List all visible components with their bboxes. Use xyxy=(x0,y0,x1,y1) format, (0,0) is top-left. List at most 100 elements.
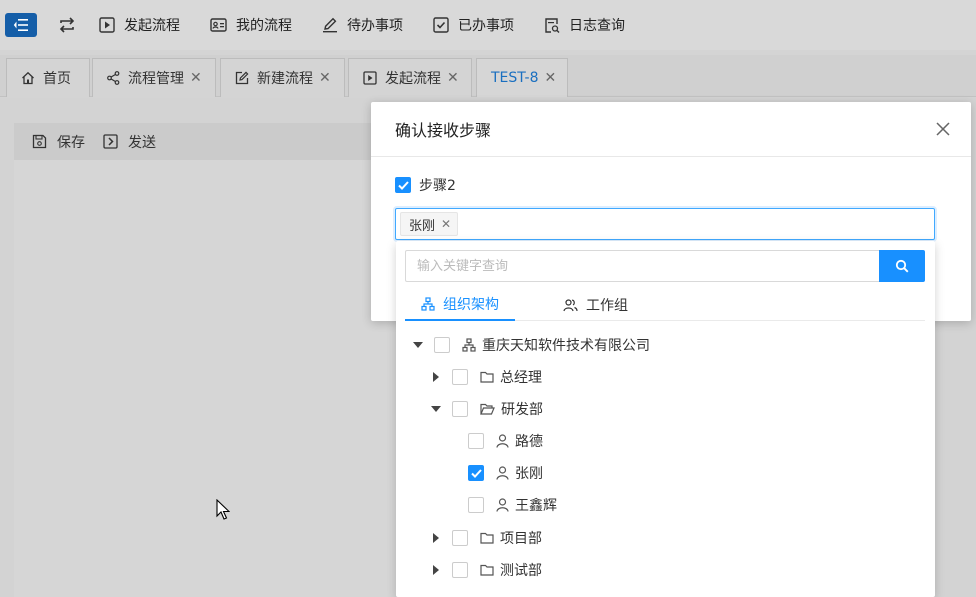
search-button[interactable] xyxy=(879,250,925,282)
tree-node-company[interactable]: 重庆天知软件技术有限公司 xyxy=(412,329,650,361)
share-icon xyxy=(107,71,120,85)
close-icon[interactable]: ✕ xyxy=(319,70,331,86)
tree-node-label: 张刚 xyxy=(515,466,543,482)
check-square-icon xyxy=(433,17,449,33)
folder-icon xyxy=(480,532,494,544)
step-checkbox[interactable] xyxy=(395,177,411,193)
close-icon[interactable]: ✕ xyxy=(190,70,202,86)
search-input[interactable] xyxy=(405,250,879,282)
nav-todo[interactable]: 待办事项 xyxy=(322,15,403,35)
tree-node-dept[interactable]: 研发部 xyxy=(430,393,543,425)
user-icon xyxy=(496,434,509,448)
swap-icon xyxy=(59,17,75,33)
dropdown-tabs: 组织架构 工作组 xyxy=(405,289,925,321)
tree-checkbox[interactable] xyxy=(452,401,468,417)
caret-right-icon[interactable] xyxy=(430,564,442,576)
menu-toggle-button[interactable] xyxy=(5,13,37,37)
folder-icon xyxy=(480,564,494,576)
tree-checkbox[interactable] xyxy=(468,497,484,513)
top-nav-bar: 发起流程 我的流程 待办事项 已办事项 日志查询 xyxy=(0,0,976,50)
step-label: 步骤2 xyxy=(419,178,456,194)
mouse-cursor-icon xyxy=(216,499,230,520)
nav-my-process[interactable]: 我的流程 xyxy=(210,15,292,35)
org-chart-icon xyxy=(421,297,435,311)
nav-done[interactable]: 已办事项 xyxy=(433,15,514,35)
tree-node-dept[interactable]: 测试部 xyxy=(430,554,542,586)
send-icon xyxy=(103,134,118,149)
tab-home[interactable]: 首页 xyxy=(6,58,90,97)
tree-node-label: 研发部 xyxy=(501,402,543,418)
close-icon[interactable]: ✕ xyxy=(447,70,459,86)
nav-label: 已办事项 xyxy=(458,18,514,34)
caret-down-icon[interactable] xyxy=(412,339,424,351)
tree-checkbox[interactable] xyxy=(452,369,468,385)
tree-node-user[interactable]: 张刚 xyxy=(468,457,543,489)
tab-label: 发起流程 xyxy=(385,71,441,87)
close-icon[interactable]: ✕ xyxy=(545,70,557,86)
tree-node-label: 总经理 xyxy=(500,370,542,386)
switch-button[interactable] xyxy=(55,13,79,37)
tree-checkbox[interactable] xyxy=(452,562,468,578)
step-checkbox-row[interactable]: 步骤2 xyxy=(395,175,456,195)
tree-checkbox[interactable] xyxy=(452,530,468,546)
tab-label: 首页 xyxy=(43,71,71,87)
tab-label: 流程管理 xyxy=(128,71,184,87)
nav-label: 日志查询 xyxy=(569,18,625,34)
tab-label: 新建流程 xyxy=(257,71,313,87)
tree-node-dept[interactable]: 总经理 xyxy=(430,361,542,393)
check-icon xyxy=(470,468,482,478)
tab-organization[interactable]: 组织架构 xyxy=(405,289,515,321)
play-square-icon xyxy=(99,17,115,33)
dialog-title: 确认接收步骤 xyxy=(395,121,492,140)
tree-checkbox[interactable] xyxy=(434,337,450,353)
tag-label: 张刚 xyxy=(409,218,436,234)
send-button[interactable]: 发送 xyxy=(103,132,156,152)
team-icon xyxy=(563,299,578,312)
receiver-selector[interactable]: 张刚 ✕ xyxy=(395,208,935,240)
tree-node-user[interactable]: 路德 xyxy=(468,425,543,457)
nav-log-query[interactable]: 日志查询 xyxy=(544,15,625,35)
folder-open-icon xyxy=(480,403,495,415)
tree-checkbox[interactable] xyxy=(468,433,484,449)
caret-right-icon[interactable] xyxy=(430,371,442,383)
send-label: 发送 xyxy=(128,134,156,151)
tree-node-user[interactable]: 王鑫辉 xyxy=(468,489,557,521)
save-button[interactable]: 保存 xyxy=(32,132,85,152)
file-search-icon xyxy=(545,17,560,33)
tree-node-label: 项目部 xyxy=(500,531,542,547)
tab-bar: 首页 流程管理 ✕ 新建流程 ✕ 发起流程 ✕ TEST-8 ✕ xyxy=(0,55,976,97)
search-box xyxy=(405,250,925,282)
dialog-header: 确认接收步骤 xyxy=(371,102,971,157)
tab-workgroup[interactable]: 工作组 xyxy=(563,289,628,321)
user-icon xyxy=(496,498,509,512)
tab-new-process[interactable]: 新建流程 ✕ xyxy=(220,58,345,97)
save-label: 保存 xyxy=(57,134,85,151)
tab-start-process[interactable]: 发起流程 ✕ xyxy=(348,58,472,97)
id-card-icon xyxy=(210,18,227,32)
form-panel xyxy=(14,123,414,597)
caret-right-icon[interactable] xyxy=(430,532,442,544)
tab-test-8[interactable]: TEST-8 ✕ xyxy=(476,58,568,97)
nav-label: 我的流程 xyxy=(236,18,292,34)
form-toolbar: 保存 发送 xyxy=(14,123,414,160)
receiver-dropdown: 组织架构 工作组 重庆天知软件技术有限公司 总经理 研发部 xyxy=(396,241,935,597)
nav-label: 发起流程 xyxy=(124,18,180,34)
tab-workgroup-label: 工作组 xyxy=(586,298,628,314)
nav-start-process[interactable]: 发起流程 xyxy=(99,15,180,35)
tab-organization-label: 组织架构 xyxy=(443,297,499,313)
tab-process-management[interactable]: 流程管理 ✕ xyxy=(92,58,216,97)
tree-node-dept[interactable]: 项目部 xyxy=(430,522,542,554)
caret-down-icon[interactable] xyxy=(430,403,442,415)
play-square-icon xyxy=(363,71,377,85)
search-icon xyxy=(895,259,909,273)
nav-label: 待办事项 xyxy=(347,18,403,34)
home-icon xyxy=(22,71,34,85)
user-icon xyxy=(496,466,509,480)
close-icon[interactable] xyxy=(935,121,951,137)
org-chart-icon xyxy=(462,338,476,352)
tree-node-label: 重庆天知软件技术有限公司 xyxy=(482,338,650,354)
tree-checkbox[interactable] xyxy=(468,465,484,481)
tree-node-label: 测试部 xyxy=(500,563,542,579)
folder-icon xyxy=(480,371,494,383)
tag-remove-icon[interactable]: ✕ xyxy=(441,217,451,231)
